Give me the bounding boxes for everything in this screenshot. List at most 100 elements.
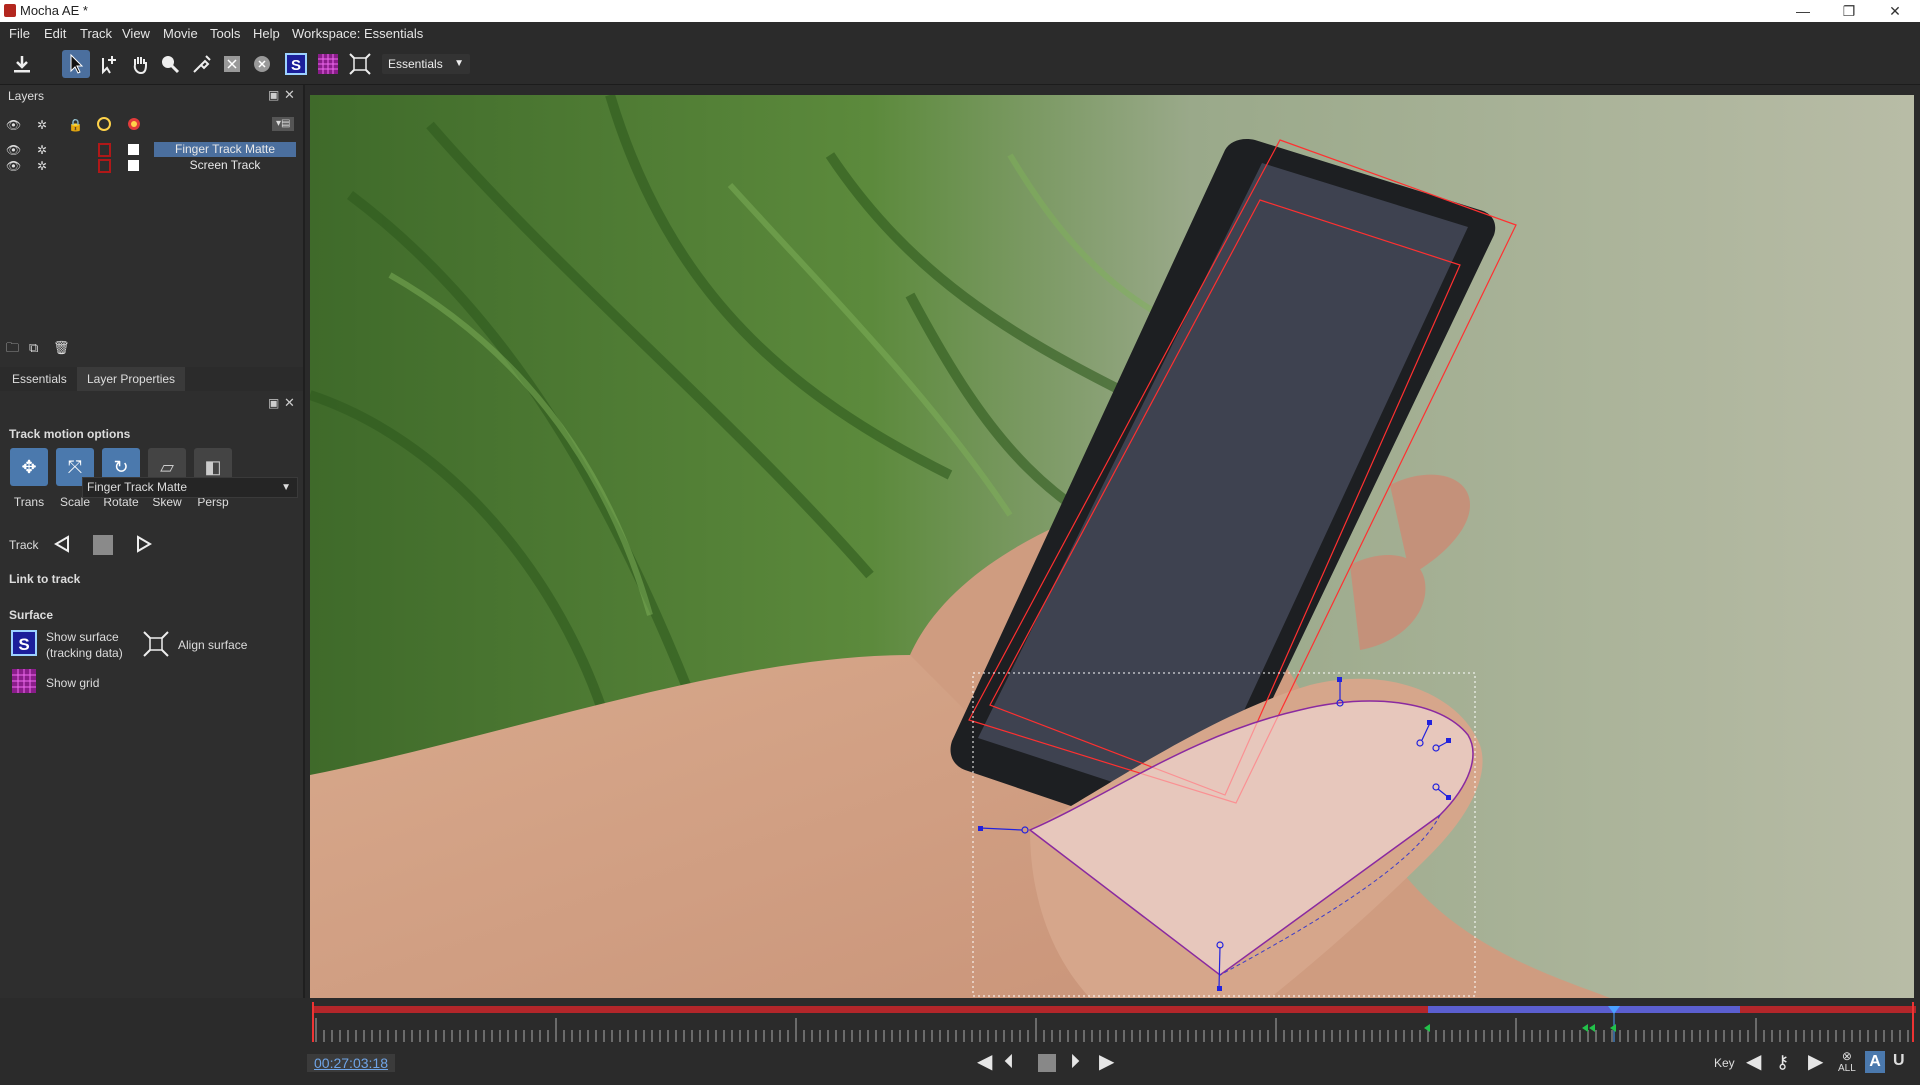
play-icon[interactable]: ▶ xyxy=(1099,1050,1114,1074)
eye-icon[interactable]: 👁 xyxy=(6,143,21,157)
menu-view[interactable]: View xyxy=(122,26,150,41)
matte-color-swatch[interactable] xyxy=(98,159,111,173)
layer-row[interactable]: 👁 ✲ Finger Track Matte xyxy=(0,142,300,157)
layer-options-icon[interactable]: ▾▤ xyxy=(272,117,295,131)
hand-tool-icon[interactable] xyxy=(126,50,154,78)
show-surface-icon[interactable]: S xyxy=(282,50,310,78)
layer-color-swatch[interactable] xyxy=(128,160,139,171)
new-folder-icon[interactable]: 🗀 xyxy=(6,341,19,355)
duplicate-layer-icon[interactable]: ⧉ xyxy=(29,341,38,355)
trans-label: Trans xyxy=(13,495,45,509)
zoom-tool-icon[interactable] xyxy=(156,50,184,78)
track-backwards-icon[interactable] xyxy=(52,534,72,559)
minimize-button[interactable]: — xyxy=(1780,0,1826,22)
cog-icon[interactable]: ✲ xyxy=(37,143,47,157)
surface-title: Surface xyxy=(9,608,54,622)
save-icon[interactable] xyxy=(8,50,36,78)
track-forwards-icon[interactable] xyxy=(134,534,154,559)
svg-text:S: S xyxy=(291,57,301,74)
menu-help[interactable]: Help xyxy=(253,26,280,41)
properties-tabs: Essentials Layer Properties xyxy=(0,367,303,391)
undock-icon[interactable]: ▣ xyxy=(268,396,279,410)
keyframe-marker xyxy=(1589,1024,1595,1032)
keyframe-marker xyxy=(1582,1024,1588,1032)
layer-row[interactable]: 👁 ✲ Screen Track xyxy=(0,158,300,173)
title-bar: Mocha AE * — ❐ ✕ xyxy=(0,0,1920,22)
close-panel-icon[interactable]: ✕ xyxy=(284,87,295,103)
next-key-icon[interactable]: ▶ xyxy=(1808,1050,1823,1074)
stop-track-icon[interactable] xyxy=(93,535,113,555)
delete-all-keys-icon[interactable]: ⊗ ALL xyxy=(1838,1050,1856,1074)
align-surface-label[interactable]: Align surface xyxy=(178,638,247,652)
timeline-panel xyxy=(0,998,1920,1080)
link-to-track-value: Finger Track Matte xyxy=(87,480,188,494)
show-surface-sublabel: (tracking data) xyxy=(46,646,123,660)
add-point-icon[interactable] xyxy=(95,50,123,78)
menu-bar: File Edit Track View Movie Tools Help Wo… xyxy=(0,22,1920,44)
layer-color-swatch[interactable] xyxy=(128,144,139,155)
menu-file[interactable]: File xyxy=(9,26,30,41)
pick-tool-icon[interactable] xyxy=(62,50,90,78)
workspace-dropdown-value: Essentials xyxy=(388,57,443,71)
close-panel-icon[interactable]: ✕ xyxy=(284,395,295,411)
workspace-dropdown[interactable]: Essentials ▼ xyxy=(382,54,470,74)
perspective-icon: ◧ xyxy=(204,457,222,477)
timecode-display[interactable]: 00:27:03:18 xyxy=(307,1054,395,1072)
color-header-icon[interactable] xyxy=(127,117,141,134)
track-motion-title: Track motion options xyxy=(9,427,131,441)
key-label: Key xyxy=(1714,1056,1735,1070)
uberkey-icon[interactable]: U xyxy=(1893,1052,1905,1070)
pen-tool-icon[interactable] xyxy=(188,50,216,78)
delete-layer-icon[interactable]: 🗑 xyxy=(53,341,70,355)
selection-range-bar xyxy=(1428,1006,1740,1013)
tab-essentials[interactable]: Essentials xyxy=(2,367,77,391)
close-button[interactable]: ✕ xyxy=(1872,0,1918,22)
tab-layer-properties[interactable]: Layer Properties xyxy=(77,367,186,391)
skew-icon: ▱ xyxy=(160,457,174,477)
layer-name[interactable]: Screen Track xyxy=(154,158,296,173)
menu-movie[interactable]: Movie xyxy=(163,26,198,41)
keyframe-marker xyxy=(1610,1024,1616,1032)
timeline-ruler[interactable] xyxy=(0,998,1920,1080)
autokey-icon[interactable]: A xyxy=(1865,1051,1885,1073)
chevron-down-icon: ▼ xyxy=(281,482,291,493)
mocha-app-icon xyxy=(4,4,16,17)
lock-header-icon[interactable]: 🔒 xyxy=(68,118,83,132)
eye-icon[interactable]: 👁 xyxy=(6,159,21,173)
show-grid-toggle[interactable] xyxy=(11,668,37,699)
visibility-header-icon[interactable]: 👁 xyxy=(6,118,21,132)
menu-workspace[interactable]: Workspace: Essentials xyxy=(292,26,423,41)
matte-header-icon[interactable] xyxy=(97,117,111,134)
prev-key-icon[interactable]: ◀ xyxy=(1746,1050,1761,1074)
menu-edit[interactable]: Edit xyxy=(44,26,66,41)
matte-color-swatch[interactable] xyxy=(98,143,111,157)
track-label: Track xyxy=(9,538,39,552)
show-grid-label: Show grid xyxy=(46,676,100,690)
menu-track[interactable]: Track xyxy=(80,26,112,41)
layers-panel-title: Layers xyxy=(8,89,45,103)
align-surface-icon[interactable] xyxy=(142,630,170,663)
link-to-track-select[interactable]: Finger Track Matte ▼ xyxy=(82,477,298,498)
undock-icon[interactable]: ▣ xyxy=(268,88,279,102)
show-surface-label: Show surface xyxy=(46,630,119,644)
align-surface-icon[interactable] xyxy=(346,50,374,78)
step-back-icon[interactable]: ⏴ xyxy=(1004,1050,1014,1074)
stop-icon[interactable] xyxy=(1038,1054,1056,1072)
trans-toggle[interactable]: ✥ xyxy=(10,448,48,486)
cog-icon[interactable]: ✲ xyxy=(37,159,47,173)
viewer-image[interactable] xyxy=(310,95,1914,998)
cog-header-icon[interactable]: ✲ xyxy=(37,118,47,132)
step-forward-icon[interactable]: ⏵ xyxy=(1070,1050,1080,1074)
show-grid-icon[interactable] xyxy=(314,50,342,78)
x-spline-rect-icon[interactable] xyxy=(218,50,246,78)
chevron-down-icon: ▼ xyxy=(454,58,464,69)
viewer-canvas[interactable] xyxy=(310,95,1914,998)
maximize-button[interactable]: ❐ xyxy=(1826,0,1872,22)
x-spline-circle-icon[interactable] xyxy=(248,50,276,78)
menu-tools[interactable]: Tools xyxy=(210,26,240,41)
jump-to-start-icon[interactable]: ◀ xyxy=(977,1050,992,1074)
add-key-icon[interactable]: ⚷ xyxy=(1776,1050,1789,1074)
show-surface-toggle[interactable]: S xyxy=(11,630,37,661)
layer-name[interactable]: Finger Track Matte xyxy=(154,142,296,157)
link-to-track-label: Link to track xyxy=(9,572,81,586)
